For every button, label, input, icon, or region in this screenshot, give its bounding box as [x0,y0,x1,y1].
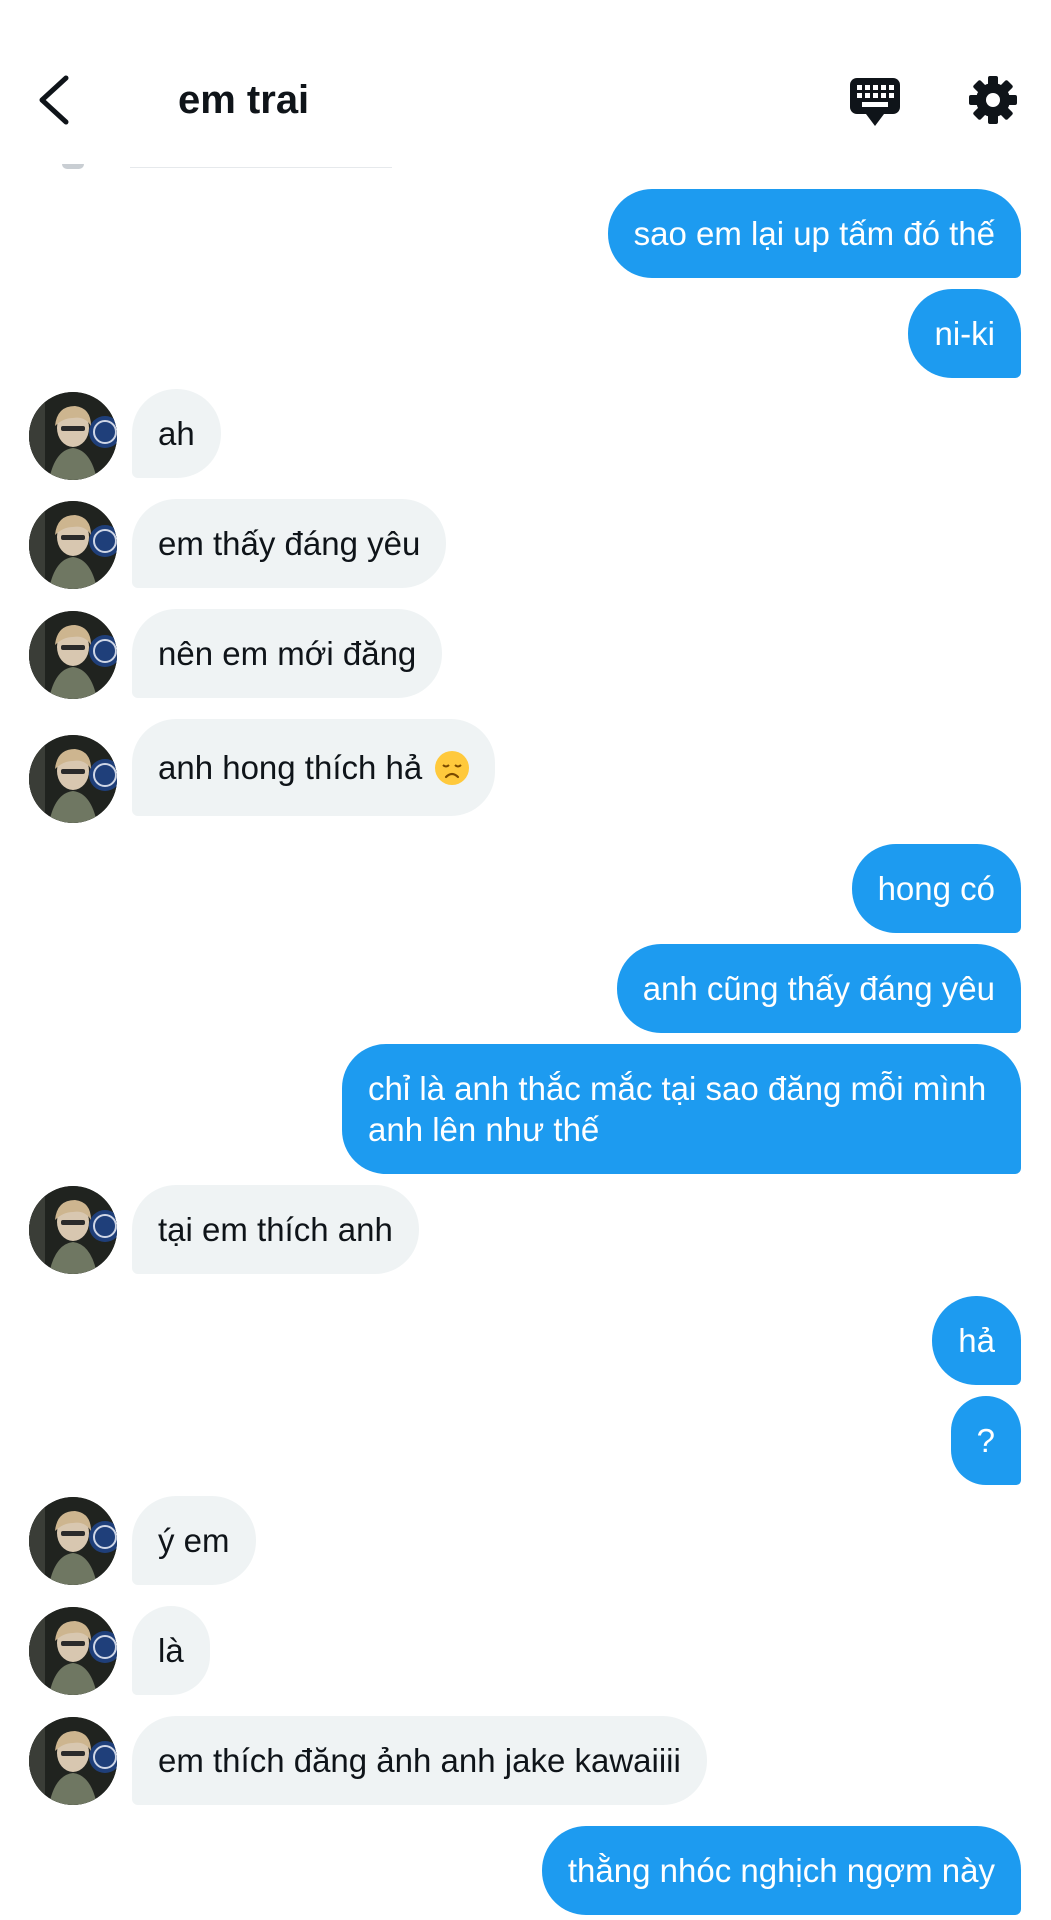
avatar[interactable] [29,1607,117,1695]
message-bubble-received[interactable]: là [132,1606,210,1695]
clipped-avatar [62,164,84,169]
avatar[interactable] [29,392,117,480]
message-bubble-sent[interactable]: thằng nhóc nghịch ngợm này [541,1826,1021,1915]
message-bubble-received[interactable]: ý em [132,1496,256,1585]
back-button[interactable] [30,70,80,130]
message-bubble-sent[interactable]: ni-ki [908,289,1021,378]
avatar[interactable] [29,501,117,589]
disappointed-face-emoji [435,751,470,785]
chat-header: em trai [0,0,1051,165]
message-bubble-received[interactable]: em thấy đáng yêu [132,499,447,588]
message-bubble-sent[interactable]: chỉ là anh thắc mắc tại sao đăng mỗi mìn… [342,1044,1021,1174]
message-bubble-received[interactable]: nên em mới đăng [132,609,443,698]
message-bubble-received[interactable]: ah [132,389,221,478]
avatar[interactable] [29,611,117,699]
gear-icon [969,76,1017,124]
avatar[interactable] [29,735,117,823]
message-bubble-received[interactable]: anh hong thích hả [132,719,496,816]
settings-button[interactable] [968,74,1018,126]
avatar[interactable] [29,1497,117,1585]
message-bubble-sent[interactable]: hả [932,1296,1021,1385]
message-bubble-received[interactable]: tại em thích anh [132,1185,419,1274]
avatar[interactable] [29,1186,117,1274]
message-bubble-sent[interactable]: anh cũng thấy đáng yêu [616,944,1021,1033]
conversation-title[interactable]: em trai [178,70,309,130]
message-bubble-sent[interactable]: sao em lại up tấm đó thế [607,189,1021,278]
message-bubble-sent[interactable]: ? [950,1396,1021,1485]
keyboard-button[interactable] [848,74,902,130]
back-arrow-icon [39,75,69,125]
message-bubble-received[interactable]: em thích đăng ảnh anh jake kawaiiii [132,1716,707,1805]
clipped-message-edge [130,167,392,168]
message-text: anh hong thích hả [158,749,423,786]
keyboard-icon [850,78,900,126]
message-bubble-sent[interactable]: hong có [851,844,1021,933]
avatar[interactable] [29,1717,117,1805]
